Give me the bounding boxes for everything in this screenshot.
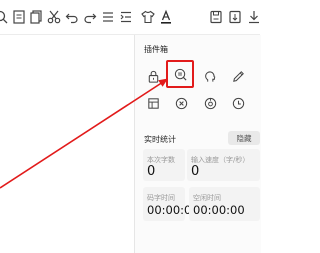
lock-icon[interactable] [142, 65, 164, 87]
undo-icon[interactable] [64, 9, 80, 25]
typing-time-card: 码字时间 00:00:00 [143, 187, 199, 221]
editor-toolbar [0, 0, 260, 35]
head-icon[interactable] [199, 65, 221, 87]
input-speed-card: 输入速度（字/秒） 0 [187, 149, 260, 181]
save-icon[interactable] [208, 9, 224, 25]
circle-at-icon[interactable] [199, 92, 221, 114]
circle-x-icon[interactable] [170, 92, 192, 114]
char-count-value: 0 [147, 164, 156, 179]
typing-time-label: 码字时间 [147, 194, 175, 202]
char-count-card: 本次字数 0 [143, 149, 185, 181]
shirt-icon[interactable] [140, 9, 156, 25]
pencil-icon[interactable] [227, 65, 249, 87]
indent-icon[interactable] [118, 9, 134, 25]
plugin-highlight-frame [166, 60, 194, 88]
idle-time-label: 空闲时间 [193, 194, 221, 202]
realtime-stats-title: 实时统计 [144, 135, 176, 144]
redo-icon[interactable] [82, 9, 98, 25]
list-icon[interactable] [100, 9, 116, 25]
search-icon[interactable] [0, 9, 10, 25]
copy-icon[interactable] [28, 9, 44, 25]
document-icon[interactable] [11, 9, 27, 25]
input-speed-label: 输入速度（字/秒） [191, 156, 250, 164]
plugin-box-title: 插件箱 [144, 45, 168, 54]
idle-time-value: 00:00:00 [193, 203, 245, 217]
save-as-icon[interactable] [227, 9, 243, 25]
clock-icon[interactable] [227, 92, 249, 114]
hide-stats-button[interactable]: 隐藏 [228, 131, 260, 145]
font-color-icon[interactable] [158, 9, 174, 25]
download-icon[interactable] [246, 9, 262, 25]
table-icon[interactable] [142, 92, 164, 114]
idle-time-card: 空闲时间 00:00:00 [189, 187, 260, 221]
input-speed-value: 0 [191, 164, 200, 179]
cut-icon[interactable] [46, 9, 62, 25]
editor-canvas[interactable] [0, 35, 134, 253]
